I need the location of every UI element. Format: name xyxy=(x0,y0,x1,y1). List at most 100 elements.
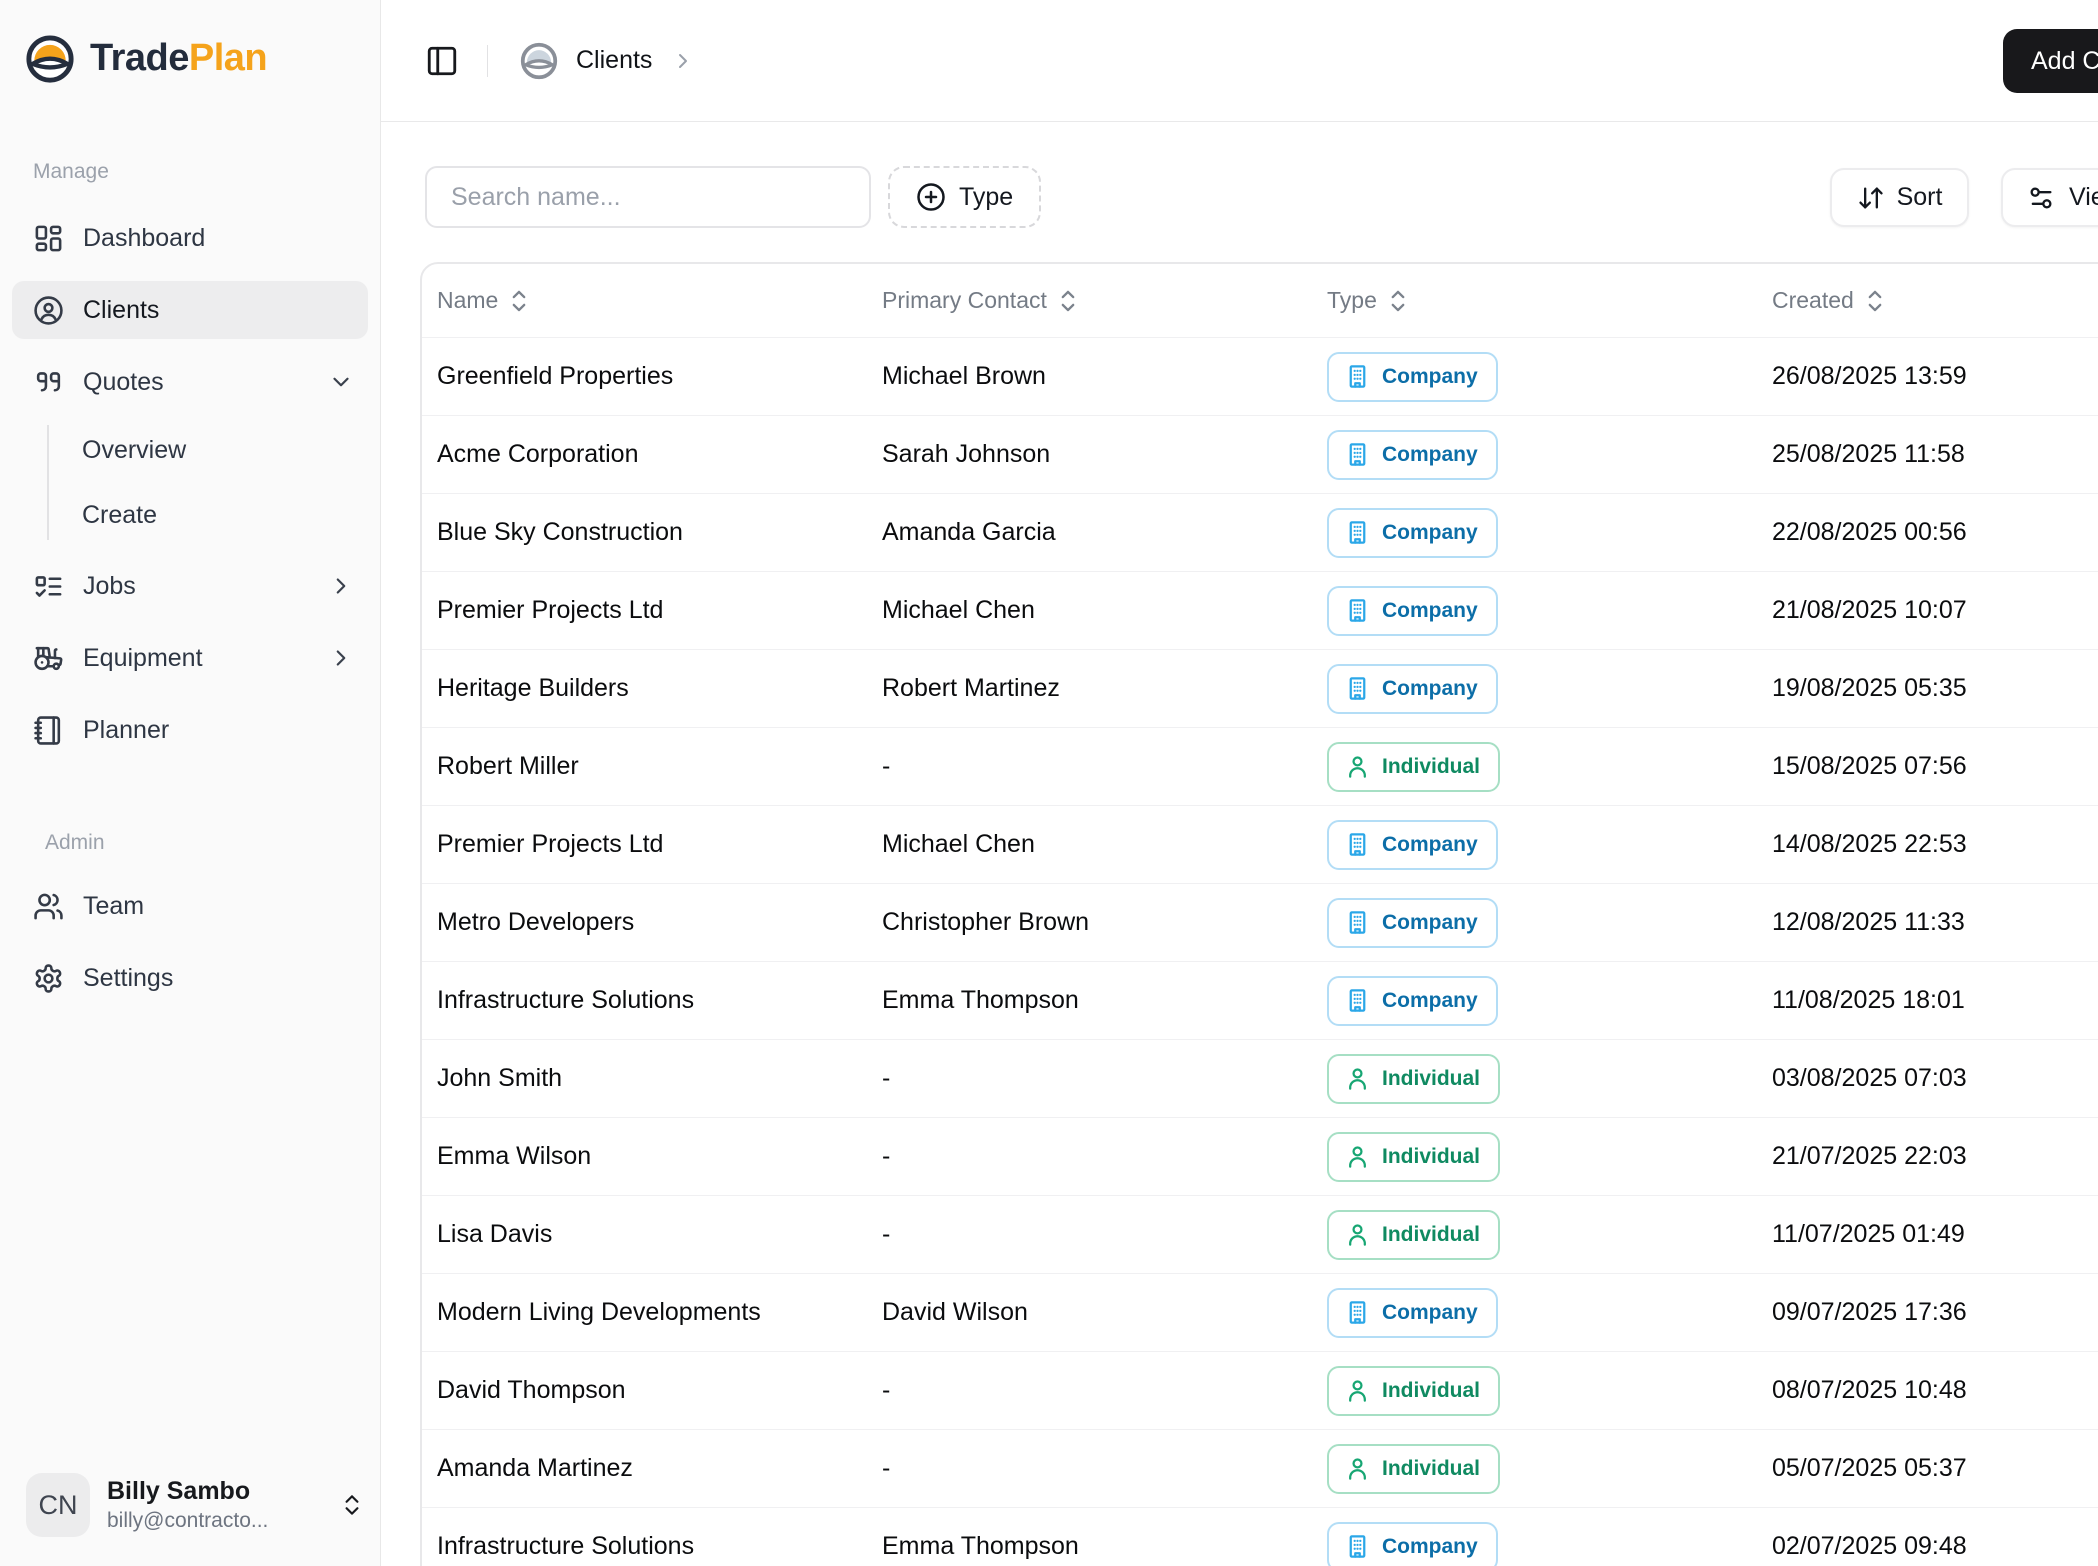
column-header-contact[interactable]: Primary Contact xyxy=(882,287,1327,314)
person-icon xyxy=(1344,1377,1371,1404)
type-filter-label: Type xyxy=(959,182,1014,211)
cell-type: Individual xyxy=(1327,1131,1772,1182)
cell-created: 09/07/2025 17:36 xyxy=(1772,1298,1967,1326)
cell-name: Emma Wilson xyxy=(437,1142,592,1170)
cell-contact: - xyxy=(882,1454,891,1482)
building-icon xyxy=(1344,519,1371,546)
cell-type: Company xyxy=(1327,663,1772,714)
sidebar-item-jobs[interactable]: Jobs xyxy=(12,557,368,615)
user-circle-icon xyxy=(33,295,64,326)
sidebar-item-label: Settings xyxy=(83,963,174,992)
person-icon xyxy=(1344,1455,1371,1482)
add-client-button[interactable]: Add Client xyxy=(2003,29,2098,93)
section-label-manage: Manage xyxy=(33,160,109,183)
cell-contact: Michael Brown xyxy=(882,362,1046,390)
table-row[interactable]: Heritage Builders Robert Martinez Compan… xyxy=(422,649,2098,727)
brand-logo[interactable]: TradePlan xyxy=(0,0,380,94)
sidebar-item-settings[interactable]: Settings xyxy=(12,949,368,1007)
cell-created: 11/08/2025 18:01 xyxy=(1772,986,1965,1014)
cell-created: 14/08/2025 22:53 xyxy=(1772,830,1967,858)
cell-name: Greenfield Properties xyxy=(437,362,674,390)
table-row[interactable]: Infrastructure Solutions Emma Thompson C… xyxy=(422,961,2098,1039)
sidebar-toggle-icon[interactable] xyxy=(425,44,459,78)
building-icon xyxy=(1344,831,1371,858)
cell-type: Company xyxy=(1327,429,1772,480)
sidebar-item-label: Quotes xyxy=(83,367,164,396)
building-icon xyxy=(1344,1533,1371,1560)
sort-button[interactable]: Sort xyxy=(1830,168,1969,227)
type-badge: Company xyxy=(1327,585,1498,636)
brand-name: TradePlan xyxy=(90,37,268,79)
cell-created: 21/07/2025 22:03 xyxy=(1772,1142,1967,1170)
breadcrumb-hardhat-icon xyxy=(519,41,559,81)
table-row[interactable]: David Thompson - Individual 08/07/2025 1… xyxy=(422,1351,2098,1429)
view-button[interactable]: View xyxy=(2001,168,2098,227)
cell-name: John Smith xyxy=(437,1064,563,1092)
table-row[interactable]: Premier Projects Ltd Michael Chen Compan… xyxy=(422,571,2098,649)
cell-name: Premier Projects Ltd xyxy=(437,830,664,858)
table-row[interactable]: Modern Living Developments David Wilson … xyxy=(422,1273,2098,1351)
cell-name: Infrastructure Solutions xyxy=(437,1532,695,1560)
cell-name: Infrastructure Solutions xyxy=(437,986,695,1014)
search-input[interactable] xyxy=(425,166,871,228)
sidebar-item-team[interactable]: Team xyxy=(12,877,368,935)
quotes-subnav: Overview Create xyxy=(47,425,368,540)
view-label: View xyxy=(2069,183,2098,211)
cell-name: Premier Projects Ltd xyxy=(437,596,664,624)
type-badge: Company xyxy=(1327,1287,1498,1338)
table-row[interactable]: John Smith - Individual 03/08/2025 07:03 xyxy=(422,1039,2098,1117)
table-row[interactable]: Lisa Davis - Individual 11/07/2025 01:49 xyxy=(422,1195,2098,1273)
table-row[interactable]: Premier Projects Ltd Michael Chen Compan… xyxy=(422,805,2098,883)
table-row[interactable]: Robert Miller - Individual 15/08/2025 07… xyxy=(422,727,2098,805)
sidebar-item-clients[interactable]: Clients xyxy=(12,281,368,339)
cell-name: Robert Miller xyxy=(437,752,579,780)
sidebar-item-dashboard[interactable]: Dashboard xyxy=(12,209,368,267)
sidebar-item-label: Planner xyxy=(83,715,170,744)
column-header-type[interactable]: Type xyxy=(1327,287,1772,314)
table-row[interactable]: Infrastructure Solutions Emma Thompson C… xyxy=(422,1507,2098,1566)
sidebar-item-planner[interactable]: Planner xyxy=(12,701,368,759)
column-header-name[interactable]: Name xyxy=(422,287,882,314)
cell-created: 02/07/2025 09:48 xyxy=(1772,1532,1967,1560)
cell-contact: - xyxy=(882,1142,891,1170)
cell-type: Individual xyxy=(1327,1053,1772,1104)
sidebar-item-quotes-create[interactable]: Create xyxy=(82,490,368,540)
header-divider xyxy=(487,44,488,77)
table-row[interactable]: Greenfield Properties Michael Brown Comp… xyxy=(422,337,2098,415)
type-badge: Individual xyxy=(1327,741,1501,792)
badge-label: Company xyxy=(1382,910,1478,934)
type-badge: Individual xyxy=(1327,1209,1501,1260)
table-row[interactable]: Amanda Martinez - Individual 05/07/2025 … xyxy=(422,1429,2098,1507)
sidebar-item-quotes[interactable]: Quotes xyxy=(12,353,368,411)
cell-contact: Christopher Brown xyxy=(882,908,1090,936)
person-icon xyxy=(1344,1143,1371,1170)
cell-contact: Emma Thompson xyxy=(882,1532,1079,1560)
badge-label: Company xyxy=(1382,1534,1478,1558)
sort-chevrons-icon xyxy=(1057,288,1079,314)
table-row[interactable]: Acme Corporation Sarah Johnson Company 2… xyxy=(422,415,2098,493)
breadcrumb[interactable]: Clients xyxy=(576,46,652,75)
table-row[interactable]: Emma Wilson - Individual 21/07/2025 22:0… xyxy=(422,1117,2098,1195)
sidebar-item-label: Team xyxy=(83,891,145,920)
sidebar-item-label: Jobs xyxy=(83,571,136,600)
table-row[interactable]: Blue Sky Construction Amanda Garcia Comp… xyxy=(422,493,2098,571)
cell-created: 19/08/2025 05:35 xyxy=(1772,674,1967,702)
cell-type: Company xyxy=(1327,975,1772,1026)
dashboard-icon xyxy=(33,223,64,254)
chevron-down-icon xyxy=(328,369,354,395)
cell-type: Company xyxy=(1327,897,1772,948)
cell-contact: Emma Thompson xyxy=(882,986,1079,1014)
user-meta: Billy Sambo billy@contracto... xyxy=(107,1477,322,1533)
user-menu[interactable]: CN Billy Sambo billy@contracto... xyxy=(0,1458,381,1566)
tractor-icon xyxy=(33,643,64,674)
table-row[interactable]: Metro Developers Christopher Brown Compa… xyxy=(422,883,2098,961)
sidebar-item-quotes-overview[interactable]: Overview xyxy=(82,425,368,475)
column-header-created[interactable]: Created xyxy=(1772,287,2098,314)
notebook-icon xyxy=(33,715,64,746)
hardhat-logo-icon xyxy=(24,33,76,85)
sidebar-item-equipment[interactable]: Equipment xyxy=(12,629,368,687)
sidebar-item-label: Dashboard xyxy=(83,223,206,252)
person-icon xyxy=(1344,1065,1371,1092)
type-filter-button[interactable]: Type xyxy=(888,166,1042,228)
cell-name: Heritage Builders xyxy=(437,674,629,702)
